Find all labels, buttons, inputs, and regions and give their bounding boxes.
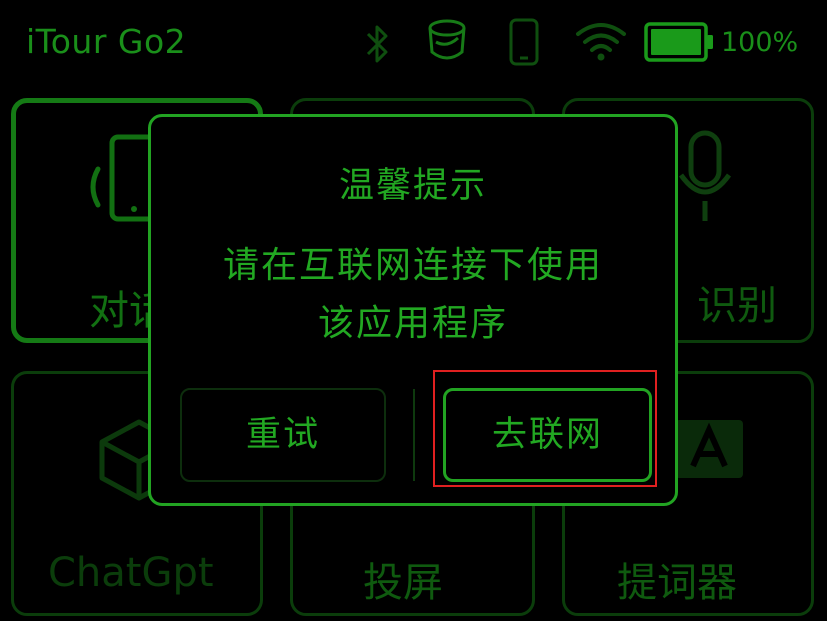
dialog-message: 请在互联网连接下使用 该应用程序 xyxy=(171,237,655,353)
dialog-message-line1: 请在互联网连接下使用 xyxy=(222,245,603,286)
retry-button[interactable]: 重试 xyxy=(180,388,386,482)
dialog-message-line2: 该应用程序 xyxy=(317,303,508,344)
network-alert-dialog: 温馨提示 请在互联网连接下使用 该应用程序 重试 去联网 xyxy=(148,114,678,506)
go-online-button[interactable]: 去联网 xyxy=(443,388,652,482)
button-divider xyxy=(413,389,415,481)
dialog-title: 温馨提示 xyxy=(338,166,487,206)
